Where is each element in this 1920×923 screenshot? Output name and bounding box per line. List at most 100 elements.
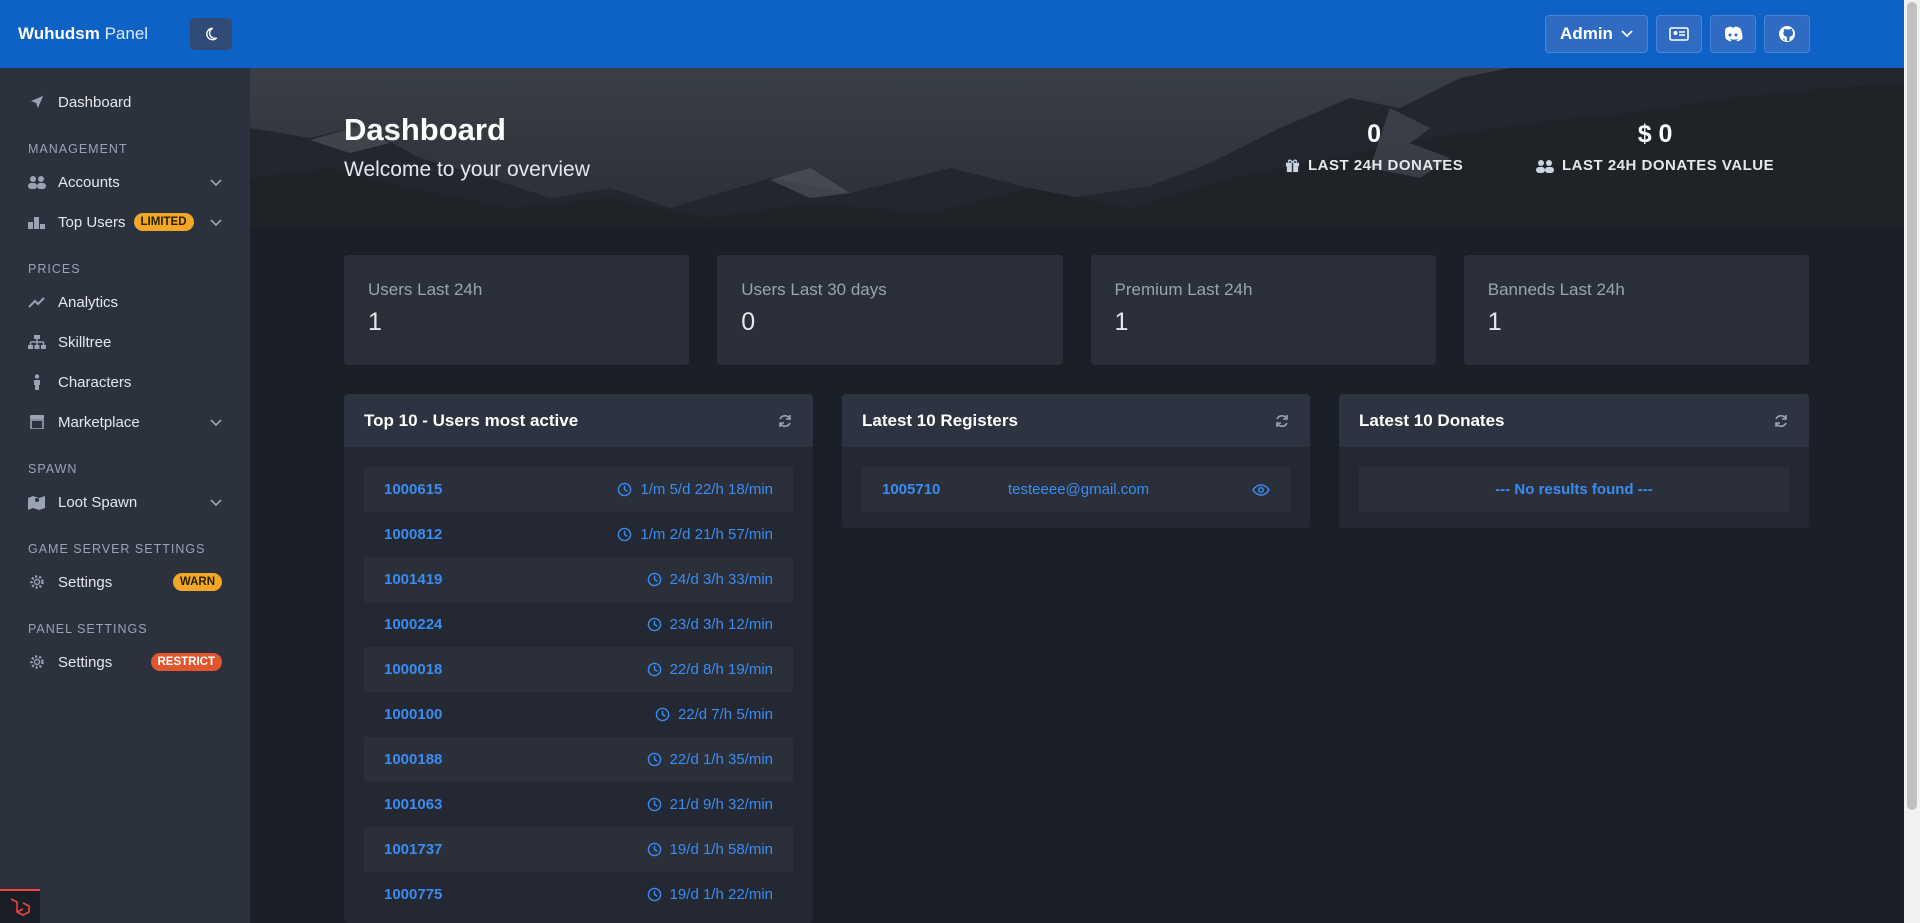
theme-toggle-button[interactable] bbox=[190, 18, 232, 50]
users-icon bbox=[28, 173, 46, 191]
brand-suffix: Panel bbox=[104, 24, 149, 43]
clock-icon bbox=[655, 707, 670, 722]
online-time-text: 23/d 3/h 12/min bbox=[669, 616, 773, 633]
laravel-icon bbox=[10, 898, 30, 916]
clock-icon bbox=[647, 572, 661, 587]
user-id-link[interactable]: 1001419 bbox=[384, 571, 442, 588]
brand-name: Wuhudsm bbox=[18, 24, 100, 43]
user-id-link[interactable]: 1000224 bbox=[384, 616, 442, 633]
github-button[interactable] bbox=[1764, 15, 1810, 53]
sidebar-item-label: Characters bbox=[58, 373, 132, 391]
hero-banner: Dashboard Welcome to your overview 0 LAS… bbox=[250, 68, 1904, 227]
sidebar-item-label: Settings bbox=[58, 653, 113, 671]
eye-icon[interactable] bbox=[1252, 483, 1270, 496]
table-row[interactable]: 1001419 24/d 3/h 33/min bbox=[364, 557, 793, 602]
panel-top-active-users: Top 10 - Users most active 1000615 1/m 5/… bbox=[344, 394, 813, 923]
sidebar-item-top-users[interactable]: Top Users LIMITED bbox=[0, 202, 250, 242]
table-row[interactable]: 1000188 22/d 1/h 35/min bbox=[364, 737, 793, 782]
table-row[interactable]: 1001737 19/d 1/h 58/min bbox=[364, 827, 793, 872]
sidebar-item-loot-spawn[interactable]: Loot Spawn bbox=[0, 482, 250, 522]
store-icon bbox=[28, 413, 46, 431]
section-title-prices: PRICES bbox=[28, 262, 81, 276]
table-row[interactable]: 1001063 21/d 9/h 32/min bbox=[364, 782, 793, 827]
clock-icon bbox=[618, 482, 632, 497]
refresh-icon[interactable] bbox=[1274, 413, 1290, 429]
table-row[interactable]: 1000224 23/d 3/h 12/min bbox=[364, 602, 793, 647]
no-results-text: --- No results found --- bbox=[1495, 481, 1653, 498]
table-row[interactable]: 1005710 testeeee@gmail.com bbox=[862, 467, 1290, 512]
card-banneds-last-24h: Banneds Last 24h 1 bbox=[1463, 255, 1809, 365]
status-badge: RESTRICT bbox=[150, 653, 222, 671]
panel-header: Latest 10 Donates bbox=[1339, 394, 1809, 447]
stat-value: 0 bbox=[1367, 120, 1382, 148]
admin-dropdown-button[interactable]: Admin bbox=[1545, 15, 1648, 53]
online-time: 19/d 1/h 58/min bbox=[647, 841, 773, 858]
chevron-down-icon bbox=[210, 414, 222, 431]
sidebar-item-label: Analytics bbox=[58, 293, 119, 311]
discord-button[interactable] bbox=[1710, 15, 1756, 53]
users-icon bbox=[1536, 159, 1554, 173]
table-row[interactable]: 1000775 19/d 1/h 22/min bbox=[364, 872, 793, 917]
user-id-link[interactable]: 1000188 bbox=[384, 751, 442, 768]
sidebar-item-marketplace[interactable]: Marketplace bbox=[0, 402, 250, 442]
topbar-actions: Admin bbox=[1545, 15, 1810, 53]
discord-icon bbox=[1724, 26, 1743, 42]
online-time: 22/d 7/h 5/min bbox=[655, 706, 773, 723]
card-value: 0 bbox=[741, 308, 756, 336]
table-row[interactable]: 1000812 1/m 2/d 21/h 57/min bbox=[364, 512, 793, 557]
id-card-button[interactable] bbox=[1656, 15, 1702, 53]
user-id-link[interactable]: 1000615 bbox=[384, 481, 442, 498]
user-id-link[interactable]: 1005710 bbox=[882, 481, 1008, 498]
page-subtitle: Welcome to your overview bbox=[344, 158, 590, 181]
empty-row: --- No results found --- bbox=[1359, 467, 1789, 512]
sidebar-nav: Dashboard MANAGEMENT Accounts Top Users … bbox=[0, 68, 250, 682]
online-time: 22/d 1/h 35/min bbox=[647, 751, 773, 768]
card-title: Users Last 24h bbox=[368, 280, 483, 299]
user-id-link[interactable]: 1000100 bbox=[384, 706, 442, 723]
card-title: Users Last 30 days bbox=[741, 280, 887, 299]
stat-value: $ 0 bbox=[1637, 120, 1673, 148]
refresh-icon[interactable] bbox=[777, 413, 793, 429]
github-icon bbox=[1779, 26, 1795, 42]
stat-label: LAST 24H DONATES bbox=[1285, 157, 1463, 174]
online-time: 1/m 5/d 22/h 18/min bbox=[617, 481, 773, 498]
sidebar-item-skilltree[interactable]: Skilltree bbox=[0, 322, 250, 362]
table-row[interactable]: 1000100 22/d 7/h 5/min bbox=[364, 692, 793, 737]
table-row[interactable]: 1000018 22/d 8/h 19/min bbox=[364, 647, 793, 692]
table-row[interactable]: 1000615 1/m 5/d 22/h 18/min bbox=[364, 467, 793, 512]
chevron-down-icon bbox=[1621, 30, 1633, 38]
user-id-link[interactable]: 1001063 bbox=[384, 796, 442, 813]
laravel-debugbar-button[interactable] bbox=[0, 889, 40, 923]
chevron-down-icon bbox=[210, 214, 222, 231]
user-id-link[interactable]: 1000775 bbox=[384, 886, 442, 903]
panel-header: Latest 10 Registers bbox=[842, 394, 1310, 447]
brand-logo[interactable]: Wuhudsm Panel bbox=[18, 24, 148, 44]
sidebar-item-accounts[interactable]: Accounts bbox=[0, 162, 250, 202]
card-value: 1 bbox=[1487, 308, 1502, 336]
sidebar-item-characters[interactable]: Characters bbox=[0, 362, 250, 402]
card-value: 1 bbox=[368, 308, 382, 336]
gear-icon bbox=[28, 573, 46, 591]
clock-icon bbox=[647, 662, 661, 677]
trending-up-icon bbox=[28, 293, 46, 311]
map-pin-icon bbox=[28, 493, 46, 511]
sidebar-item-game-settings[interactable]: Settings WARN bbox=[0, 562, 250, 602]
online-time-text: 1/m 2/d 21/h 57/min bbox=[640, 526, 773, 543]
user-id-link[interactable]: 1000812 bbox=[384, 526, 442, 543]
scrollbar-thumb[interactable] bbox=[1907, 2, 1917, 810]
podium-icon bbox=[28, 213, 46, 231]
section-title-spawn: SPAWN bbox=[28, 462, 78, 476]
topbar: Admin bbox=[250, 0, 1904, 68]
section-title-game-server-settings: GAME SERVER SETTINGS bbox=[28, 542, 206, 556]
sidebar-item-analytics[interactable]: Analytics bbox=[0, 282, 250, 322]
refresh-icon[interactable] bbox=[1773, 413, 1789, 429]
panel-title: Top 10 - Users most active bbox=[364, 410, 579, 430]
panel-title: Latest 10 Registers bbox=[862, 410, 1018, 430]
sidebar-item-panel-settings[interactable]: Settings RESTRICT bbox=[0, 642, 250, 682]
status-badge: LIMITED bbox=[133, 213, 194, 231]
user-id-link[interactable]: 1001737 bbox=[384, 841, 442, 858]
user-id-link[interactable]: 1000018 bbox=[384, 661, 442, 678]
page-scrollbar[interactable] bbox=[1904, 0, 1920, 923]
clock-icon bbox=[647, 842, 661, 857]
sidebar-item-dashboard[interactable]: Dashboard bbox=[0, 82, 250, 122]
